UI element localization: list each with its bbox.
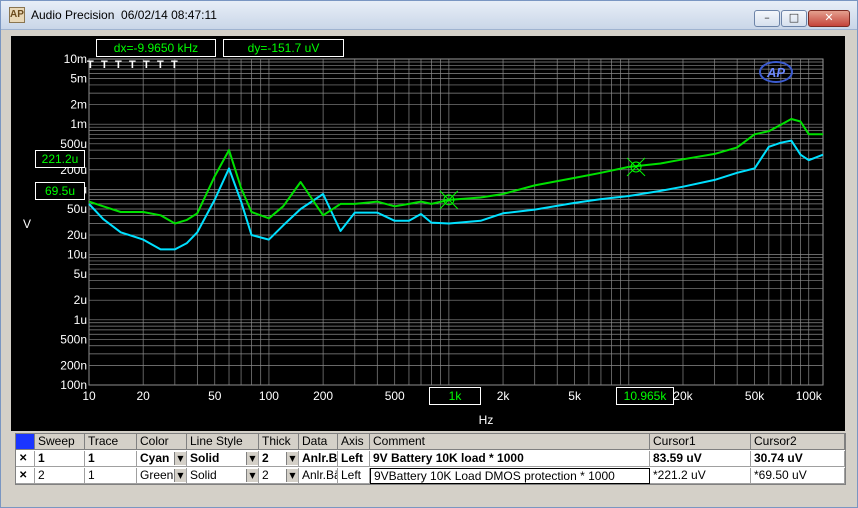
cursor2-x-readout[interactable]: 10.965k xyxy=(616,387,674,405)
y-tick-label: 10u xyxy=(67,248,87,262)
title-bar[interactable]: AP Audio Precision 06/02/14 08:47:11 – □… xyxy=(1,1,857,30)
row-enable-checkbox[interactable]: ✕ xyxy=(16,451,35,467)
line-style-value: Solid xyxy=(190,451,220,465)
table-row[interactable]: ✕ 2 1 Green ▼ Solid ▼ 2 ▼ Anlr.Bä Left 9VBa… xyxy=(16,468,845,484)
x-tick-label: 100 xyxy=(259,389,279,403)
x-tick-label: 500 xyxy=(385,389,405,403)
close-button[interactable]: ✕ xyxy=(808,10,850,27)
frequency-response-chart[interactable]: 1020501002005001k2k5k10k20k50k100k10m5m2… xyxy=(11,36,845,431)
cursor1-cell: 83.59 uV xyxy=(650,451,751,467)
trace-table[interactable]: Sweep Trace Color Line Style Thick Data … xyxy=(15,433,846,485)
table-header: Sweep Trace Color Line Style Thick Data … xyxy=(16,434,845,450)
x-tick-label: 20 xyxy=(136,389,150,403)
ap-logo-icon: AP xyxy=(766,65,785,80)
comment-cell[interactable]: 9V Battery 10K load * 1000 xyxy=(370,451,650,467)
y-tick-label: 20u xyxy=(67,228,87,242)
line-style-cell[interactable]: Solid ▼ xyxy=(187,468,259,484)
cursor2-cell: 30.74 uV xyxy=(751,451,845,467)
y-tick-label: 500u xyxy=(60,137,87,151)
thick-cell[interactable]: 2 ▼ xyxy=(259,468,299,484)
trace-cell[interactable]: 1 xyxy=(85,468,137,484)
sweep-cell[interactable]: 2 xyxy=(35,468,85,484)
sweep-cell[interactable]: 1 xyxy=(35,451,85,467)
y-tick-label: 200n xyxy=(60,358,87,372)
y-tick-label: 100n xyxy=(60,378,87,392)
color-value: Cyan xyxy=(140,451,170,465)
col-data[interactable]: Data xyxy=(299,434,338,450)
col-line-style[interactable]: Line Style xyxy=(187,434,259,450)
trigger-marker: T xyxy=(87,59,94,71)
data-cell[interactable]: Anlr.B xyxy=(299,451,338,467)
y-tick-label: 1u xyxy=(74,313,87,327)
color-cell[interactable]: Cyan ▼ xyxy=(137,451,187,467)
data-cell[interactable]: Anlr.Bä xyxy=(299,468,338,484)
thick-cell[interactable]: 2 ▼ xyxy=(259,451,299,467)
chevron-down-icon[interactable]: ▼ xyxy=(286,452,298,465)
cursor1-cell: *221.2 uV xyxy=(650,468,751,484)
chevron-down-icon[interactable]: ▼ xyxy=(246,469,258,482)
y-tick-label: 5u xyxy=(74,267,87,281)
cursor1-x-readout[interactable]: 1k xyxy=(429,387,481,405)
trigger-marker: T xyxy=(101,59,108,71)
cursor1-y-readout[interactable]: 221.2u xyxy=(35,150,85,168)
trace-cell[interactable]: 1 xyxy=(85,451,137,467)
y-axis-label: V xyxy=(23,217,31,231)
col-comment[interactable]: Comment xyxy=(370,434,650,450)
dy-readout: dy=-151.7 uV xyxy=(223,39,344,57)
trigger-marker: T xyxy=(129,59,136,71)
trigger-marker: T xyxy=(115,59,122,71)
trigger-marker: T xyxy=(143,59,150,71)
color-value: Green xyxy=(140,468,174,482)
status-bar xyxy=(1,491,857,507)
row-enable-checkbox[interactable]: ✕ xyxy=(16,468,35,484)
minimize-button[interactable]: – xyxy=(754,10,780,27)
dx-readout: dx=-9.9650 kHz xyxy=(96,39,216,57)
x-tick-label: 200 xyxy=(313,389,333,403)
axis-cell[interactable]: Left xyxy=(338,451,370,467)
col-cursor2[interactable]: Cursor2 xyxy=(751,434,845,450)
y-tick-label: 1m xyxy=(70,117,87,131)
col-color[interactable]: Color xyxy=(137,434,187,450)
x-tick-label: 20k xyxy=(673,389,693,403)
x-axis-label: Hz xyxy=(479,413,494,427)
chevron-down-icon[interactable]: ▼ xyxy=(246,452,258,465)
cursor2-cell: *69.50 uV xyxy=(751,468,845,484)
x-tick-label: 2k xyxy=(497,389,511,403)
y-tick-label: 5m xyxy=(70,72,87,86)
cursor2-y-readout[interactable]: 69.5u xyxy=(35,182,85,200)
color-cell[interactable]: Green ▼ xyxy=(137,468,187,484)
y-tick-label: 2u xyxy=(74,293,87,307)
app-window: AP Audio Precision 06/02/14 08:47:11 – □… xyxy=(0,0,858,508)
table-row[interactable]: ✕ 1 1 Cyan ▼ Solid ▼ 2 ▼ Anlr.B Left 9V Bat… xyxy=(16,451,845,467)
x-tick-label: 50 xyxy=(208,389,222,403)
comment-input[interactable]: 9VBattery 10K Load DMOS protection * 100… xyxy=(370,468,650,484)
select-all-cell[interactable] xyxy=(16,434,35,450)
x-tick-label: 100k xyxy=(796,389,823,403)
x-tick-label: 50k xyxy=(745,389,765,403)
chevron-down-icon[interactable]: ▼ xyxy=(174,469,186,482)
app-icon[interactable]: AP xyxy=(9,7,25,23)
chevron-down-icon[interactable]: ▼ xyxy=(286,469,298,482)
axis-cell[interactable]: Left xyxy=(338,468,370,484)
y-tick-label: 500n xyxy=(60,332,87,346)
y-tick-label: 2m xyxy=(70,98,87,112)
maximize-button[interactable]: □ xyxy=(781,10,807,27)
thick-value: 2 xyxy=(262,468,269,482)
graph-panel[interactable]: 1020501002005001k2k5k10k20k50k100k10m5m2… xyxy=(11,36,845,431)
col-sweep[interactable]: Sweep xyxy=(35,434,85,450)
col-trace[interactable]: Trace xyxy=(85,434,137,450)
col-axis[interactable]: Axis xyxy=(338,434,370,450)
y-tick-label: 10m xyxy=(64,52,87,66)
x-tick-label: 5k xyxy=(568,389,582,403)
trigger-marker: T xyxy=(171,59,178,71)
window-title: Audio Precision 06/02/14 08:47:11 xyxy=(31,8,217,22)
col-cursor1[interactable]: Cursor1 xyxy=(650,434,751,450)
thick-value: 2 xyxy=(262,451,269,465)
line-style-cell[interactable]: Solid ▼ xyxy=(187,451,259,467)
chevron-down-icon[interactable]: ▼ xyxy=(174,452,186,465)
trigger-marker: T xyxy=(157,59,164,71)
line-style-value: Solid xyxy=(190,468,217,482)
col-thick[interactable]: Thick xyxy=(259,434,299,450)
y-tick-label: 50u xyxy=(67,202,87,216)
